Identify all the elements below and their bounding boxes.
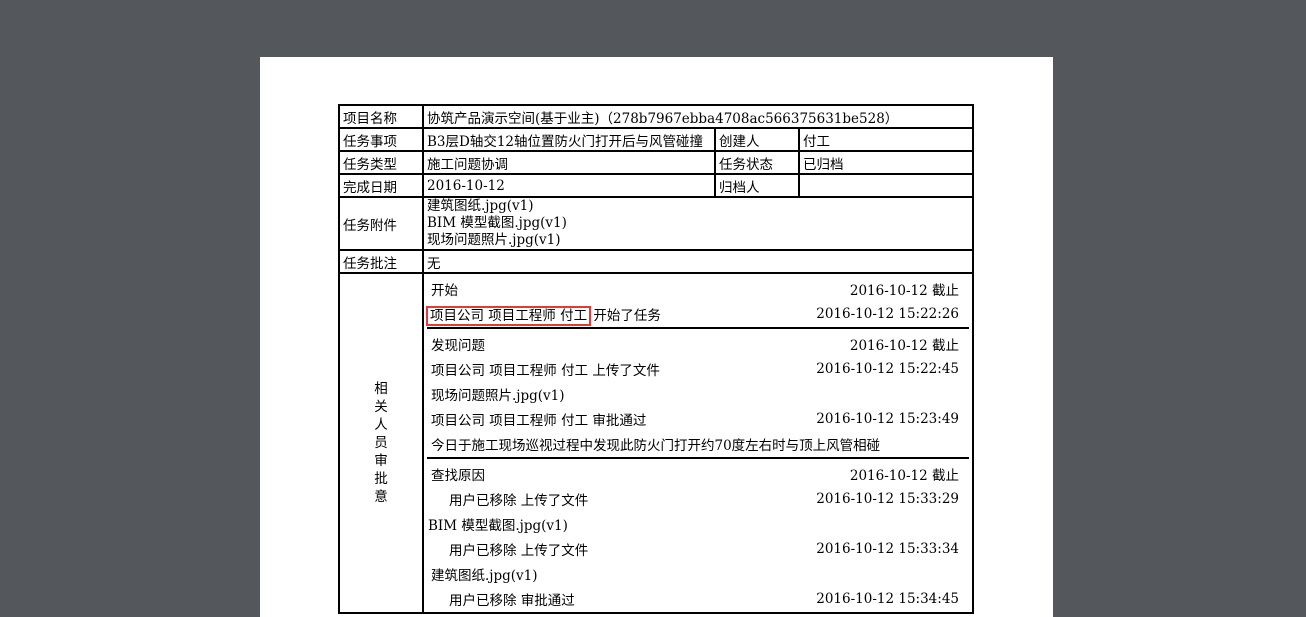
stage-entry: 今日于施工现场巡视过程中发现此防火门打开约70度左右时与顶上风管相碰: [431, 431, 969, 456]
label-char: 员: [374, 435, 388, 451]
row-related-opinions: 相 关 人 员 审 批 意 开始 2016-10-12 截止 项目公司 项目工程…: [338, 272, 974, 614]
stage-entry: 项目公司 项目工程师 付工 审批通过 2016-10-12 15:23:49: [431, 406, 969, 431]
project-name-label: 项目名称: [338, 104, 424, 129]
stage-entry: 项目公司 项目工程师 付工 上传了文件 2016-10-12 15:22:45: [431, 356, 969, 381]
row-project-name: 项目名称 协筑产品演示空间(基于业主)（278b7967ebba4708ac56…: [338, 104, 974, 129]
stage-title: 查找原因: [431, 467, 485, 484]
label-char: 审: [374, 453, 388, 469]
stage-deadline: 2016-10-12 截止: [849, 467, 959, 484]
stages-cell: 开始 2016-10-12 截止 项目公司 项目工程师 付工 开始了任务 201…: [422, 272, 974, 614]
project-name-value: 协筑产品演示空间(基于业主)（278b7967ebba4708ac5663756…: [422, 104, 974, 129]
stage-title: 开始: [431, 282, 458, 299]
stage-entry: 用户已移除 审批通过 2016-10-12 15:34:45: [431, 586, 969, 611]
entry-time: 2016-10-12 15:22:26: [816, 305, 959, 322]
row-task-type: 任务类型 施工问题协调 任务状态 已归档: [338, 150, 974, 175]
stage-deadline: 2016-10-12 截止: [849, 282, 959, 299]
creator-label: 创建人: [714, 127, 800, 152]
task-status-label: 任务状态: [714, 150, 800, 175]
attachment-item[interactable]: 现场问题照片.jpg(v1): [427, 232, 969, 248]
label-char: 相: [374, 381, 388, 397]
row-attachments: 任务附件 建筑图纸.jpg(v1) BIM 模型截图.jpg(v1) 现场问题照…: [338, 196, 974, 251]
stage-header: 开始 2016-10-12 截止: [431, 276, 969, 301]
stage-deadline: 2016-10-12 截止: [849, 337, 959, 354]
entry-text: 项目公司 项目工程师 付工 上传了文件: [431, 362, 660, 379]
attachment-item[interactable]: BIM 模型截图.jpg(v1): [427, 215, 969, 232]
entry-time: 2016-10-12 15:34:45: [816, 590, 959, 607]
label-char: 人: [374, 417, 388, 433]
archiver-value: [798, 173, 974, 198]
stage-title: 发现问题: [431, 337, 485, 354]
finish-date-value: 2016-10-12: [422, 173, 716, 198]
entry-time: 2016-10-12 15:33:29: [816, 490, 959, 507]
attachments-label: 任务附件: [338, 196, 424, 251]
entry-text: 用户已移除 上传了文件: [449, 492, 589, 509]
label-char: 批: [374, 471, 388, 487]
attachment-item[interactable]: 建筑图纸.jpg(v1): [427, 199, 969, 215]
entry-text: 项目公司 项目工程师 付工 开始了任务: [425, 304, 661, 326]
entry-time: 2016-10-12 15:22:45: [816, 360, 959, 377]
stage-start: 开始 2016-10-12 截止 项目公司 项目工程师 付工 开始了任务 201…: [425, 275, 969, 329]
stage-entry: 用户已移除 上传了文件 2016-10-12 15:33:29: [431, 486, 969, 511]
note-value: 无: [422, 249, 974, 274]
attachments-list: 建筑图纸.jpg(v1) BIM 模型截图.jpg(v1) 现场问题照片.jpg…: [422, 196, 974, 251]
stage-entry: BIM 模型截图.jpg(v1): [428, 511, 969, 536]
entry-text: 用户已移除 审批通过: [449, 592, 575, 609]
task-item-value: B3层D轴交12轴位置防火门打开后与风管碰撞: [422, 127, 716, 152]
stage-entry: 项目公司 项目工程师 付工 开始了任务 2016-10-12 15:22:26: [425, 301, 969, 326]
stage-find-cause: 查找原因 2016-10-12 截止 用户已移除 上传了文件 2016-10-1…: [427, 459, 969, 611]
note-label: 任务批注: [338, 249, 424, 274]
entry-action: 开始了任务: [589, 307, 661, 324]
entry-text: 项目公司 项目工程师 付工 审批通过: [431, 412, 647, 429]
entry-file-link[interactable]: 现场问题照片.jpg(v1): [431, 384, 565, 404]
label-char: 关: [374, 399, 388, 415]
label-char: 意: [374, 489, 388, 505]
entry-text: 用户已移除 上传了文件: [449, 542, 589, 559]
entry-file-link[interactable]: BIM 模型截图.jpg(v1): [428, 514, 568, 534]
entry-file-link[interactable]: 建筑图纸.jpg(v1): [431, 564, 538, 584]
task-report-table: 项目名称 协筑产品演示空间(基于业主)（278b7967ebba4708ac56…: [338, 104, 974, 614]
row-task-item: 任务事项 B3层D轴交12轴位置防火门打开后与风管碰撞 创建人 付工: [338, 127, 974, 152]
stage-header: 发现问题 2016-10-12 截止: [431, 331, 969, 356]
highlighted-user[interactable]: 项目公司 项目工程师 付工: [425, 305, 592, 326]
entry-comment: 今日于施工现场巡视过程中发现此防火门打开约70度左右时与顶上风管相碰: [431, 437, 881, 454]
stage-entry: 现场问题照片.jpg(v1): [431, 381, 969, 406]
creator-value: 付工: [798, 127, 974, 152]
task-type-value: 施工问题协调: [422, 150, 716, 175]
stage-find-problem: 发现问题 2016-10-12 截止 项目公司 项目工程师 付工 上传了文件 2…: [427, 329, 969, 459]
entry-time: 2016-10-12 15:33:34: [816, 540, 959, 557]
task-item-label: 任务事项: [338, 127, 424, 152]
row-finish-date: 完成日期 2016-10-12 归档人: [338, 173, 974, 198]
archiver-label: 归档人: [714, 173, 800, 198]
stage-entry: 建筑图纸.jpg(v1): [431, 561, 969, 586]
stage-header: 查找原因 2016-10-12 截止: [431, 461, 969, 486]
entry-time: 2016-10-12 15:23:49: [816, 410, 959, 427]
document-page: 项目名称 协筑产品演示空间(基于业主)（278b7967ebba4708ac56…: [260, 57, 1053, 617]
task-type-label: 任务类型: [338, 150, 424, 175]
row-note: 任务批注 无: [338, 249, 974, 274]
related-opinions-label: 相 关 人 员 审 批 意: [338, 272, 424, 614]
task-status-value: 已归档: [798, 150, 974, 175]
finish-date-label: 完成日期: [338, 173, 424, 198]
stage-entry: 用户已移除 上传了文件 2016-10-12 15:33:34: [431, 536, 969, 561]
